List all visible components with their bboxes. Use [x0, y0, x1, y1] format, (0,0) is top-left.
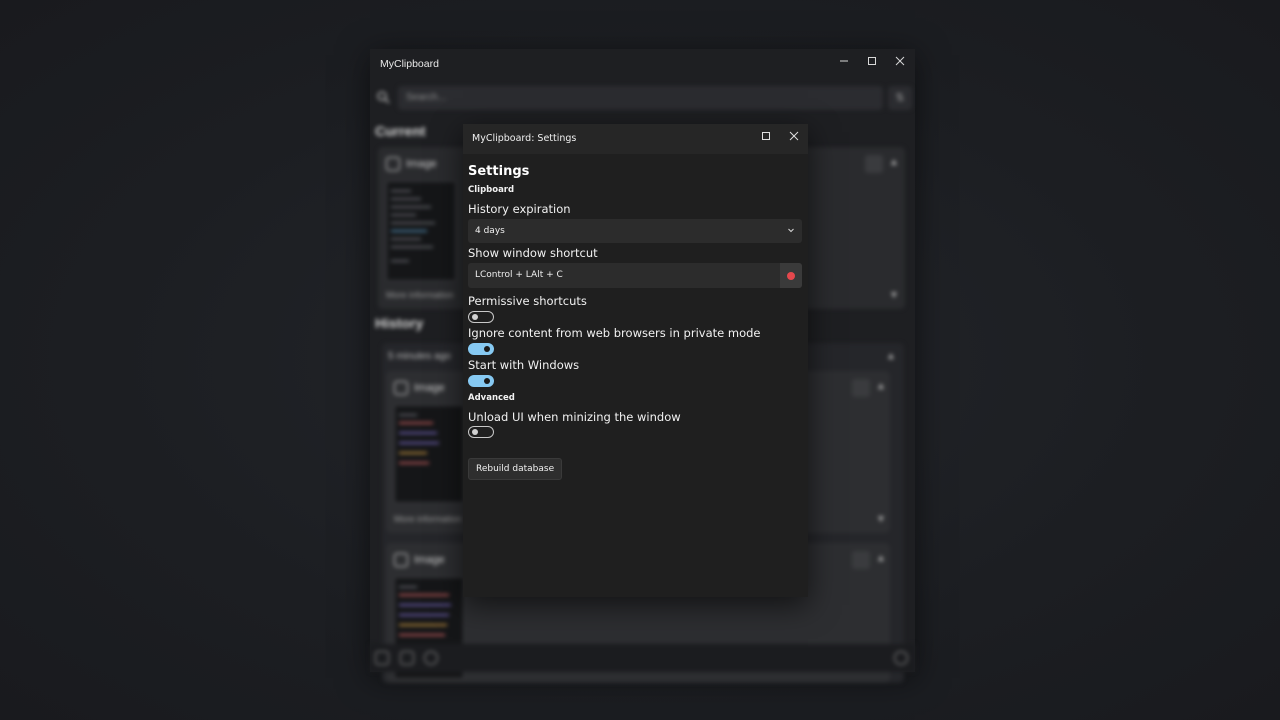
settings-window-title: MyClipboard: Settings	[472, 133, 577, 144]
settings-heading: Settings	[468, 164, 530, 179]
collapse-chevron-icon[interactable]: ▲	[876, 381, 886, 392]
ignore-private-label: Ignore content from web browsers in priv…	[468, 326, 761, 340]
chevron-down-icon	[788, 228, 794, 233]
more-information-link[interactable]: More information	[386, 290, 454, 300]
main-titlebar: MyClipboard	[370, 49, 915, 79]
start-with-windows-toggle[interactable]	[468, 375, 494, 387]
advanced-section-label: Advanced	[468, 393, 515, 403]
pin-icon[interactable]	[400, 651, 414, 665]
search-input[interactable]: Search...	[398, 86, 883, 110]
group-collapse-chevron-icon[interactable]: ▲	[886, 351, 896, 362]
history-expiration-label: History expiration	[468, 202, 571, 216]
record-shortcut-button[interactable]	[780, 263, 802, 288]
maximize-button[interactable]	[858, 51, 886, 71]
list-icon[interactable]	[375, 651, 389, 665]
bottom-toolbar	[370, 644, 915, 672]
copy-button[interactable]	[865, 155, 883, 173]
image-thumbnail	[394, 405, 464, 503]
maximize-icon	[762, 132, 770, 140]
collapse-chevron-icon[interactable]: ▲	[876, 553, 886, 564]
close-button[interactable]	[886, 51, 914, 71]
record-icon	[787, 271, 795, 280]
clipboard-section-label: Clipboard	[468, 185, 515, 195]
unload-ui-label: Unload UI when minizing the window	[468, 410, 681, 424]
permissive-shortcuts-label: Permissive shortcuts	[468, 294, 587, 308]
permissive-shortcuts-toggle[interactable]	[468, 311, 494, 323]
toggle-knob	[472, 314, 478, 321]
image-icon	[394, 553, 408, 567]
more-information-link[interactable]: More information	[394, 514, 462, 524]
toggle-knob	[484, 378, 490, 385]
shortcut-field[interactable]: LControl + LAlt + C	[468, 263, 802, 288]
filter-icon: ⇅	[895, 92, 905, 104]
settings-close-button[interactable]	[780, 126, 808, 146]
rebuild-database-button[interactable]: Rebuild database	[468, 458, 563, 480]
expand-chevron-icon[interactable]: ▼	[889, 290, 899, 301]
toggle-knob	[484, 346, 490, 353]
minimize-icon	[840, 60, 848, 62]
card-type-label: Image	[414, 554, 445, 566]
card-header: Image	[386, 157, 437, 171]
image-icon	[386, 157, 400, 171]
filter-button[interactable]: ⇅	[888, 86, 912, 110]
expand-chevron-icon[interactable]: ▼	[876, 514, 886, 525]
image-thumbnail	[386, 181, 456, 281]
card-type-label: Image	[414, 382, 445, 394]
settings-dialog: MyClipboard: Settings Settings Clipboard…	[463, 124, 808, 597]
minimize-button[interactable]	[830, 51, 858, 71]
settings-titlebar: MyClipboard: Settings	[463, 124, 808, 154]
close-icon	[789, 131, 799, 141]
card-header: Image	[394, 381, 445, 395]
ignore-private-toggle[interactable]	[468, 343, 494, 355]
card-type-label: Image	[406, 158, 437, 170]
card-header: Image	[394, 553, 445, 567]
settings-body: Settings Clipboard History expiration 4 …	[468, 154, 802, 597]
copy-button[interactable]	[852, 551, 870, 569]
history-expiration-select[interactable]: 4 days	[468, 219, 802, 243]
image-icon	[394, 381, 408, 395]
main-window-title: MyClipboard	[380, 58, 439, 70]
history-time-label: 5 minutes ago	[388, 351, 451, 362]
history-section-title: History	[375, 315, 424, 331]
history-expiration-value: 4 days	[475, 226, 505, 236]
search-icon	[377, 91, 390, 104]
search-bar: Search... ⇅	[376, 85, 912, 111]
settings-gear-icon[interactable]	[894, 651, 908, 665]
shortcut-value: LControl + LAlt + C	[475, 270, 563, 280]
copy-button[interactable]	[852, 379, 870, 397]
toggle-knob	[472, 429, 478, 436]
current-section-title: Current	[375, 123, 426, 139]
settings-maximize-button[interactable]	[752, 126, 780, 146]
maximize-icon	[868, 57, 876, 65]
start-with-windows-label: Start with Windows	[468, 358, 580, 372]
close-icon	[895, 56, 905, 66]
show-window-shortcut-label: Show window shortcut	[468, 246, 598, 260]
collapse-chevron-icon[interactable]: ▲	[889, 157, 899, 168]
info-icon[interactable]	[424, 651, 438, 665]
unload-ui-toggle[interactable]	[468, 426, 494, 438]
